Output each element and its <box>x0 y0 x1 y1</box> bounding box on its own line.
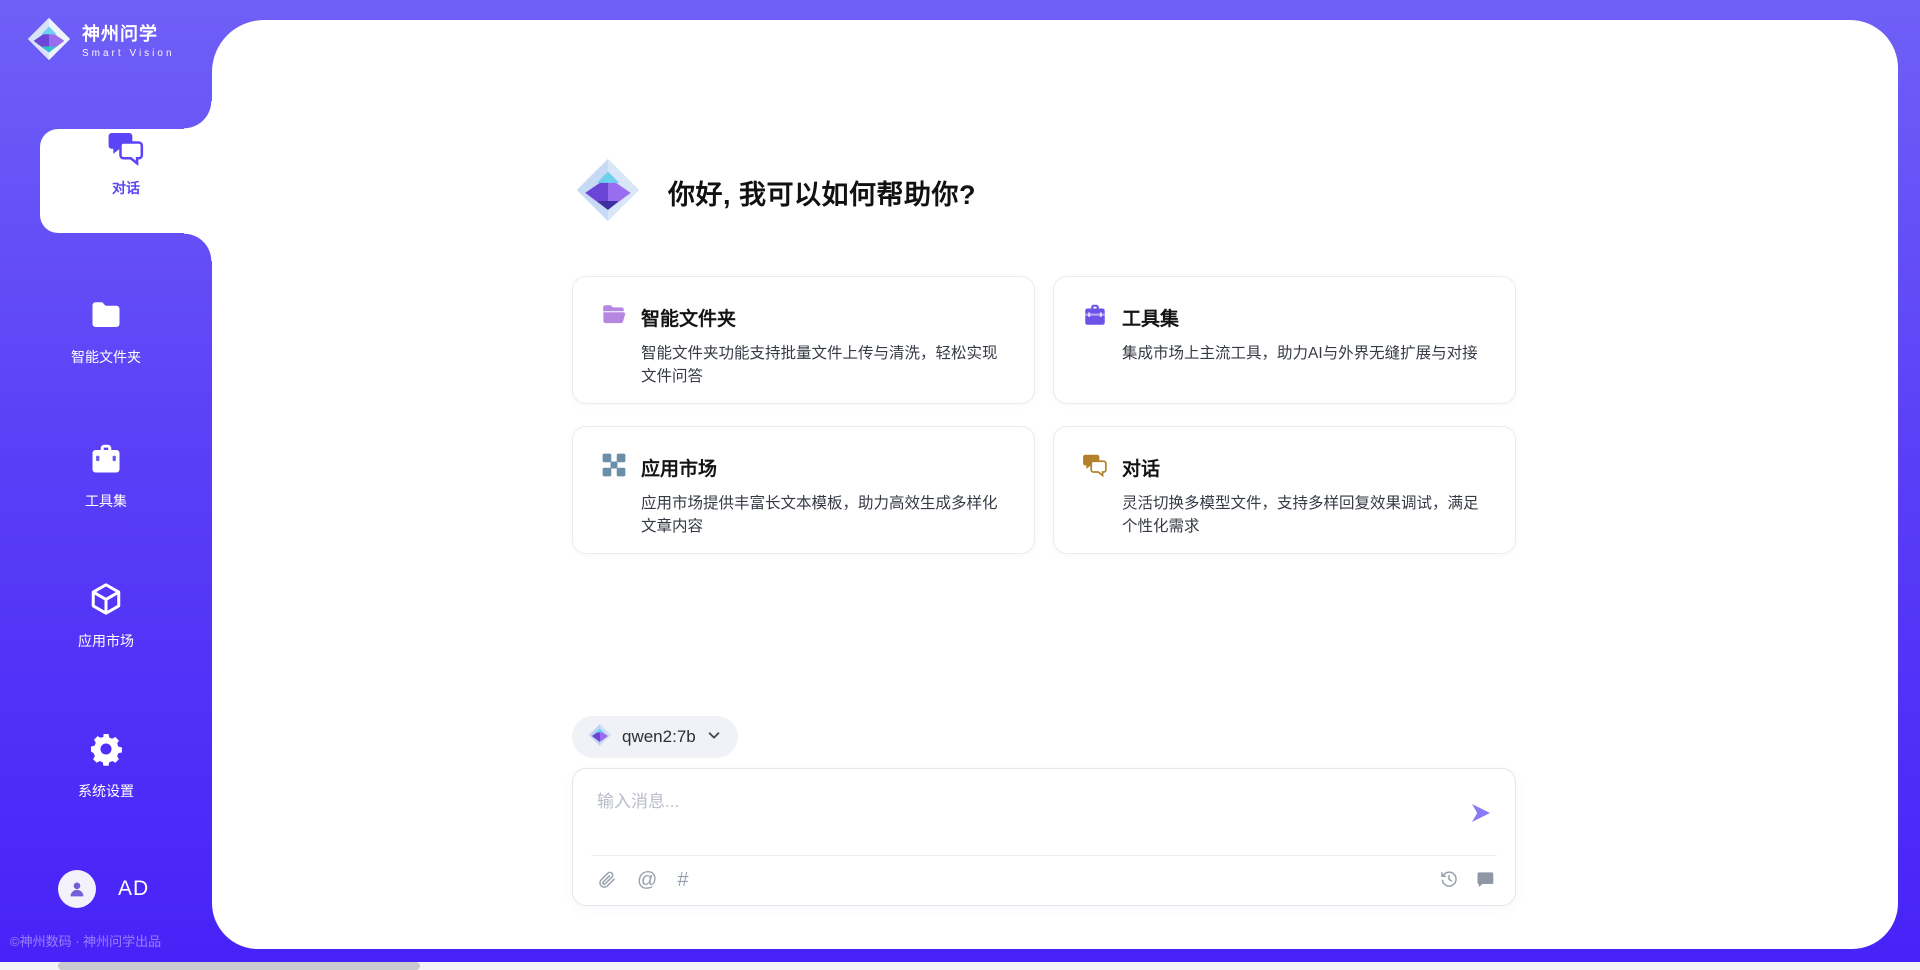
card-title: 对话 <box>1122 454 1160 481</box>
card-description: 智能文件夹功能支持批量文件上传与清洗，轻松实现文件问答 <box>641 342 1006 389</box>
main-content-panel: 你好, 我可以如何帮助你? 智能文件夹 智能文件夹功能支持批量文件上传与清洗，轻… <box>212 20 1898 949</box>
toolbox-icon <box>88 464 124 481</box>
brand-diamond-icon <box>574 156 642 229</box>
feature-card-app-market[interactable]: 应用市场 应用市场提供丰富长文本模板，助力高效生成多样化文章内容 <box>572 426 1035 554</box>
brand-diamond-icon <box>26 16 72 67</box>
card-description: 应用市场提供丰富长文本模板，助力高效生成多样化文章内容 <box>641 492 1006 539</box>
greeting-text: 你好, 我可以如何帮助你? <box>668 173 976 212</box>
sidebar-item-label: 应用市场 <box>0 631 212 651</box>
composer-divider <box>591 855 1497 856</box>
mention-icon[interactable]: @ <box>637 869 657 891</box>
feature-card-chat[interactable]: 对话 灵活切换多模型文件，支持多样回复效果调试，满足个性化需求 <box>1053 426 1516 554</box>
sidebar-item-label: 工具集 <box>0 491 212 511</box>
brand-name: 神州问学 <box>82 24 158 44</box>
folder-icon <box>88 320 124 337</box>
card-description: 集成市场上主流工具，助力AI与外界无缝扩展与对接 <box>1122 342 1487 365</box>
model-selector[interactable]: qwen2:7b <box>572 716 738 758</box>
active-tab-curve-bottom <box>184 233 212 261</box>
message-input[interactable] <box>595 785 1449 849</box>
avatar <box>58 870 96 908</box>
message-composer: @ # <box>572 768 1516 906</box>
brand: 神州问学 Smart Vision <box>26 16 175 67</box>
composer-tools-right <box>1439 869 1495 889</box>
conversation-bubble-icon[interactable] <box>1475 869 1495 889</box>
sidebar-item-toolset[interactable]: 工具集 <box>0 441 212 511</box>
greeting: 你好, 我可以如何帮助你? <box>574 156 976 229</box>
grid-icon <box>601 452 627 483</box>
sidebar-item-chat[interactable]: 对话 <box>40 129 212 233</box>
user-account[interactable]: AD <box>58 870 149 908</box>
feature-cards: 智能文件夹 智能文件夹功能支持批量文件上传与清洗，轻松实现文件问答 工具集 <box>572 276 1516 554</box>
sidebar-item-settings[interactable]: 系统设置 <box>0 731 212 801</box>
horizontal-scrollbar <box>0 962 1920 970</box>
send-icon[interactable] <box>1469 801 1493 825</box>
copyright-text: ©神州数码 · 神州问学出品 <box>10 931 161 950</box>
active-tab-curve-top <box>184 101 212 129</box>
chat-icon <box>107 154 145 171</box>
topic-hash-icon[interactable]: # <box>677 869 688 891</box>
card-title: 工具集 <box>1122 304 1179 331</box>
briefcase-icon <box>1082 302 1108 333</box>
folder-open-icon <box>601 302 627 333</box>
feature-card-smart-folder[interactable]: 智能文件夹 智能文件夹功能支持批量文件上传与清洗，轻松实现文件问答 <box>572 276 1035 404</box>
model-name: qwen2:7b <box>622 727 696 747</box>
chevron-down-icon <box>706 727 722 748</box>
horizontal-scrollbar-thumb[interactable] <box>58 962 420 970</box>
chat-icon <box>1082 452 1108 483</box>
user-name: AD <box>118 877 149 901</box>
model-diamond-icon <box>588 723 612 752</box>
attachment-icon[interactable] <box>597 870 617 890</box>
cube-icon <box>88 604 124 621</box>
sidebar-item-app-market[interactable]: 应用市场 <box>0 581 212 651</box>
brand-subtitle: Smart Vision <box>82 48 175 59</box>
sidebar-item-smart-folder[interactable]: 智能文件夹 <box>0 297 212 367</box>
card-description: 灵活切换多模型文件，支持多样回复效果调试，满足个性化需求 <box>1122 492 1487 539</box>
feature-card-toolset[interactable]: 工具集 集成市场上主流工具，助力AI与外界无缝扩展与对接 <box>1053 276 1516 404</box>
sidebar-item-label: 系统设置 <box>0 781 212 801</box>
composer-tools-left: @ # <box>597 869 688 891</box>
card-title: 应用市场 <box>641 454 717 481</box>
sidebar-item-label: 对话 <box>40 178 212 198</box>
gear-icon <box>88 754 124 771</box>
app-window: 你好, 我可以如何帮助你? 智能文件夹 智能文件夹功能支持批量文件上传与清洗，轻… <box>0 0 1920 970</box>
sidebar-item-label: 智能文件夹 <box>0 347 212 367</box>
history-icon[interactable] <box>1439 869 1459 889</box>
card-title: 智能文件夹 <box>641 304 736 331</box>
